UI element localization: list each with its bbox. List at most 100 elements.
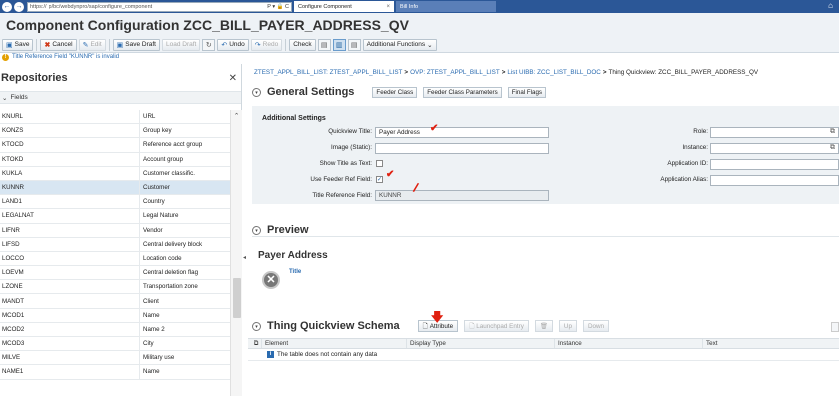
- table-row[interactable]: MILVE Military use: [0, 351, 230, 366]
- column-text[interactable]: Text: [703, 339, 839, 348]
- trash-icon: 🗑: [539, 323, 548, 330]
- field-description: Country: [143, 198, 165, 206]
- field-name: LAND1: [0, 195, 140, 209]
- save-button[interactable]: ▣ Save: [2, 38, 34, 51]
- table-row[interactable]: KNURL URL: [0, 110, 230, 125]
- schema-title: Thing Quickview Schema: [267, 320, 400, 332]
- use-feeder-checkbox[interactable]: ✓: [376, 176, 383, 183]
- application-id-input[interactable]: [710, 159, 839, 170]
- edit-button[interactable]: ✎ Edit: [78, 38, 106, 51]
- back-icon[interactable]: ←: [2, 1, 12, 12]
- add-document-icon: 🗋: [422, 322, 428, 330]
- check-button[interactable]: Check: [289, 38, 316, 51]
- quickview-title-label: Quickview Title:: [328, 128, 372, 135]
- redo-button[interactable]: ↷ Redo: [250, 38, 283, 51]
- instance-input[interactable]: [710, 143, 839, 154]
- layout-columns-icon[interactable]: ▥: [332, 38, 346, 51]
- forward-icon[interactable]: →: [14, 1, 24, 12]
- table-row[interactable]: LIFSD Central delivery block: [0, 237, 230, 252]
- launchpad-entry-button[interactable]: 🗋 Launchpad Entry: [464, 320, 529, 332]
- red-check-annotation: ✔: [386, 169, 395, 180]
- value-help-icon[interactable]: ⧉: [830, 128, 835, 136]
- table-row[interactable]: MCOD2 Name 2: [0, 322, 230, 337]
- table-row[interactable]: KTOKD Account group: [0, 152, 230, 167]
- layout-list-icon[interactable]: ▤: [317, 38, 331, 51]
- table-row[interactable]: LIFNR Vendor: [0, 223, 230, 238]
- settings-icon[interactable]: [831, 322, 839, 332]
- tab-configure-component[interactable]: Configure Component ×: [294, 1, 394, 12]
- repositories-title: Repositories: [1, 71, 68, 84]
- image-static-input[interactable]: [375, 143, 549, 154]
- field-description: Central delivery block: [143, 240, 203, 248]
- breadcrumb-item[interactable]: ZTEST_APPL_BILL_LIST: ZTEST_APPL_BILL_LI…: [254, 69, 402, 76]
- table-row[interactable]: KONZS Group key: [0, 124, 230, 139]
- table-row[interactable]: NAME1 Name: [0, 365, 230, 380]
- load-draft-button[interactable]: Load Draft: [161, 38, 201, 51]
- scroll-thumb[interactable]: [233, 278, 241, 318]
- divider: [252, 236, 839, 237]
- fields-group-toggle[interactable]: ⌄ Fields: [0, 92, 241, 104]
- table-row[interactable]: KTOCD Reference acct group: [0, 138, 230, 153]
- table-row[interactable]: LEGALNAT Legal Nature: [0, 209, 230, 224]
- table-row[interactable]: LOEVM Central deletion flag: [0, 266, 230, 281]
- feeder-class-parameters-button[interactable]: Feeder Class Parameters: [423, 86, 502, 98]
- collapse-icon[interactable]: ▾: [252, 87, 261, 97]
- additional-functions-button[interactable]: Additional Functions ⌄: [362, 38, 437, 51]
- field-description: Name: [143, 368, 160, 376]
- final-flags-button[interactable]: Final Flags: [507, 86, 546, 98]
- home-icon[interactable]: ⌂: [828, 1, 833, 10]
- column-display-type[interactable]: Display Type: [407, 339, 555, 348]
- collapse-icon[interactable]: ▾: [252, 225, 261, 235]
- cancel-button[interactable]: ✖ Cancel: [40, 38, 77, 51]
- application-alias-input[interactable]: [710, 175, 839, 186]
- show-title-checkbox[interactable]: [376, 160, 383, 167]
- collapse-panel-icon[interactable]: ◂: [243, 254, 246, 261]
- field-name: MILVE: [0, 351, 140, 365]
- delete-button[interactable]: 🗑: [534, 320, 553, 332]
- field-name: KTOKD: [0, 152, 140, 166]
- field-name: KTOCD: [0, 138, 140, 152]
- save-draft-button[interactable]: ▣ Save Draft: [112, 38, 160, 51]
- address-bar[interactable]: https:// p/bc/webdynpro/sap/configure_co…: [27, 1, 292, 12]
- title-reference-input[interactable]: KUNNR: [375, 190, 549, 201]
- table-row[interactable]: MCOD1 Name: [0, 308, 230, 323]
- undo-button[interactable]: ↶ Undo: [217, 38, 249, 51]
- table-header: ⧉ Element Display Type Instance Text: [248, 338, 839, 349]
- message-bar[interactable]: ! Title Reference Field "KUNNR" is inval…: [0, 53, 839, 61]
- up-button[interactable]: Up: [558, 320, 577, 332]
- table-row[interactable]: MANDT Client: [0, 294, 230, 309]
- value-help-icon[interactable]: ⧉: [830, 144, 835, 152]
- field-description: Customer: [143, 184, 170, 192]
- scroll-up-icon[interactable]: ⌃: [231, 112, 242, 120]
- general-settings-header: ▾ General Settings Feeder Class Feeder C…: [252, 86, 546, 98]
- role-input[interactable]: [710, 127, 839, 138]
- table-row[interactable]: KUKLA Customer classific.: [0, 166, 230, 181]
- page-title: Component Configuration ZCC_BILL_PAYER_A…: [6, 17, 409, 33]
- close-icon[interactable]: ✕: [229, 73, 237, 84]
- configuration-panel: ZTEST_APPL_BILL_LIST: ZTEST_APPL_BILL_LI…: [248, 64, 839, 396]
- refresh-icon[interactable]: ↻: [202, 38, 216, 51]
- scrollbar[interactable]: ⌃: [230, 110, 242, 396]
- message-text[interactable]: Title Reference Field "KUNNR" is invalid: [12, 54, 119, 60]
- table-row[interactable]: LAND1 Country: [0, 195, 230, 210]
- table-row[interactable]: KUNNR Customer: [0, 180, 230, 196]
- breadcrumb-item[interactable]: OVP: ZTEST_APPL_BILL_LIST: [410, 69, 500, 76]
- table-row[interactable]: LZONE Transportation zone: [0, 280, 230, 295]
- tab-bill-info[interactable]: Bill Info: [396, 1, 496, 12]
- table-row[interactable]: LOCCO Location code: [0, 251, 230, 267]
- select-all-icon[interactable]: ⧉: [248, 339, 262, 348]
- layout-panel-icon[interactable]: ▤: [347, 38, 361, 51]
- feeder-class-button[interactable]: Feeder Class: [372, 86, 418, 98]
- down-button[interactable]: Down: [582, 320, 610, 332]
- field-name: LIFSD: [0, 237, 140, 251]
- breadcrumb-item[interactable]: List UIBB: ZCC_LIST_BILL_DOC: [507, 69, 600, 76]
- url-icons[interactable]: P ▾ 🔒 C: [267, 4, 289, 10]
- collapse-icon[interactable]: ▾: [252, 321, 261, 331]
- column-instance[interactable]: Instance: [555, 339, 703, 348]
- column-element[interactable]: Element: [262, 339, 407, 348]
- chevron-down-icon: ⌄: [2, 94, 8, 102]
- table-row[interactable]: MCOD3 City: [0, 337, 230, 352]
- show-title-label: Show Title as Text:: [319, 160, 372, 167]
- close-tab-icon[interactable]: ×: [386, 4, 390, 10]
- quickview-title-input[interactable]: Payer Address: [375, 127, 549, 138]
